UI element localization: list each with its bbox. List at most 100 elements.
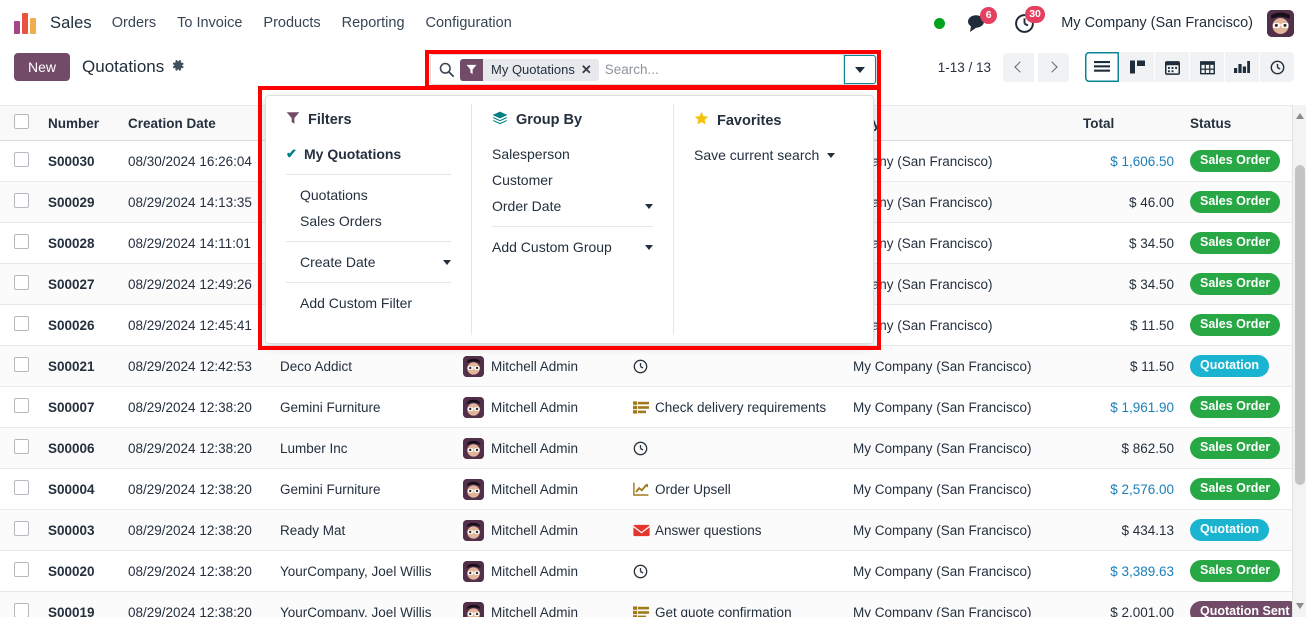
activity-view-icon[interactable] xyxy=(1260,52,1294,82)
row-checkbox[interactable] xyxy=(14,357,29,372)
search-view[interactable]: My Quotations ✕ xyxy=(430,54,877,85)
todo-list-icon[interactable] xyxy=(633,400,652,414)
avatar xyxy=(463,478,484,500)
odoo-bars-logo[interactable] xyxy=(14,12,38,34)
graph-view-icon[interactable] xyxy=(1225,52,1259,82)
company-switcher[interactable]: My Company (San Francisco) xyxy=(1061,15,1253,31)
row-checkbox[interactable] xyxy=(14,193,29,208)
cell-number: S00019 xyxy=(40,591,120,617)
cell-activities xyxy=(625,550,845,592)
clock-icon[interactable] xyxy=(633,564,652,579)
close-icon[interactable]: ✕ xyxy=(581,62,599,78)
column-header-total[interactable]: Total xyxy=(1075,105,1182,141)
row-select-cell xyxy=(0,427,40,469)
filter-item-sales-orders[interactable]: Sales Orders xyxy=(280,208,457,234)
table-row[interactable]: S00021 08/29/2024 12:42:53 Deco Addict Mitc… xyxy=(0,345,1306,387)
search-facet-my-quotations[interactable]: My Quotations ✕ xyxy=(460,58,599,81)
new-button[interactable]: New xyxy=(14,53,71,81)
cell-customer: Ready Mat xyxy=(272,509,455,551)
cell-number: S00027 xyxy=(40,263,120,305)
column-header-status[interactable]: Status xyxy=(1182,105,1302,141)
row-checkbox[interactable] xyxy=(14,398,29,413)
row-select-cell xyxy=(0,304,40,346)
clock-icon[interactable] xyxy=(633,359,652,374)
group-by-item-label: Customer xyxy=(492,172,553,188)
nav-menu-reporting[interactable]: Reporting xyxy=(342,15,405,31)
select-all-checkbox[interactable] xyxy=(14,114,29,129)
column-header-creation-date[interactable]: Creation Date xyxy=(120,105,272,141)
nav-menu-orders[interactable]: Orders xyxy=(112,15,156,31)
avatar xyxy=(463,601,484,617)
filter-funnel-icon xyxy=(286,111,300,129)
row-checkbox[interactable] xyxy=(14,480,29,495)
row-checkbox[interactable] xyxy=(14,234,29,249)
messages-icon[interactable]: 6 xyxy=(967,6,998,33)
control-panel-right: 1-13 / 13 xyxy=(938,52,1294,82)
pager-next-button[interactable] xyxy=(1038,52,1069,82)
scroll-up-arrow-icon[interactable] xyxy=(1296,113,1304,119)
nav-menu-products[interactable]: Products xyxy=(263,15,320,31)
gear-icon[interactable] xyxy=(172,59,185,75)
search-input[interactable] xyxy=(604,55,843,84)
cell-status: Sales Order xyxy=(1182,386,1302,428)
activities-icon[interactable]: 30 xyxy=(1014,5,1045,34)
email-icon[interactable] xyxy=(633,524,652,537)
group-by-item-add-custom-group[interactable]: Add Custom Group xyxy=(486,234,659,260)
row-checkbox[interactable] xyxy=(14,439,29,454)
chevron-down-icon[interactable] xyxy=(843,55,876,84)
nav-menu-configuration[interactable]: Configuration xyxy=(426,15,512,31)
nav-app-sales[interactable]: Sales xyxy=(50,14,92,33)
table-row[interactable]: S00006 08/29/2024 12:38:20 Lumber Inc Mitch… xyxy=(0,427,1306,469)
todo-list-icon[interactable] xyxy=(633,605,652,617)
group-by-item-order-date[interactable]: Order Date xyxy=(486,193,659,219)
cell-creation-date: 08/29/2024 14:11:01 xyxy=(120,222,272,264)
filter-item-quotations[interactable]: Quotations xyxy=(280,182,457,208)
pager-previous-button[interactable] xyxy=(1003,52,1034,82)
row-checkbox[interactable] xyxy=(14,275,29,290)
table-row[interactable]: S00003 08/29/2024 12:38:20 Ready Mat Mitche… xyxy=(0,509,1306,551)
row-checkbox[interactable] xyxy=(14,316,29,331)
row-select-cell xyxy=(0,591,40,617)
upsell-chart-icon[interactable] xyxy=(633,482,652,496)
scroll-down-arrow-icon[interactable] xyxy=(1296,603,1304,609)
row-checkbox[interactable] xyxy=(14,603,29,617)
row-checkbox[interactable] xyxy=(14,562,29,577)
filter-item-label: Quotations xyxy=(300,187,368,203)
cell-status: Sales Order xyxy=(1182,222,1302,264)
salesperson-name: Mitchell Admin xyxy=(491,440,579,456)
vertical-scrollbar[interactable] xyxy=(1292,105,1306,617)
cell-company: ...pany (San Francisco) xyxy=(845,140,1075,182)
column-header-company[interactable]: ...ny xyxy=(845,105,1075,141)
favorites-item-save-current-search[interactable]: Save current search xyxy=(688,142,859,168)
page-title: Quotations xyxy=(82,57,165,76)
nav-menu-to-invoice[interactable]: To Invoice xyxy=(177,15,242,31)
cell-number: S00020 xyxy=(40,550,120,592)
column-header-number[interactable]: Number xyxy=(40,105,120,141)
clock-icon[interactable] xyxy=(633,441,652,456)
row-checkbox[interactable] xyxy=(14,152,29,167)
table-row[interactable]: S00004 08/29/2024 12:38:20 Gemini Furnitur… xyxy=(0,468,1306,510)
filter-item-create-date[interactable]: Create Date xyxy=(280,249,457,275)
group-by-item-customer[interactable]: Customer xyxy=(486,167,659,193)
filter-item-add-custom-filter[interactable]: Add Custom Filter xyxy=(280,290,457,316)
pivot-view-icon[interactable] xyxy=(1190,52,1224,82)
cell-salesperson: Mitchell Admin xyxy=(455,345,625,387)
cell-total: $ 2,576.00 xyxy=(1075,468,1182,510)
row-select-cell xyxy=(0,509,40,551)
table-row[interactable]: S00019 08/29/2024 12:38:20 YourCompany, Jo… xyxy=(0,591,1306,617)
filter-item-label: My Quotations xyxy=(304,146,402,162)
filter-item-my-quotations[interactable]: ✔ My Quotations xyxy=(280,141,457,167)
total-amount: $ 2,001.00 xyxy=(1110,604,1174,617)
list-view-icon[interactable] xyxy=(1085,52,1119,82)
scrollbar-thumb[interactable] xyxy=(1295,165,1305,485)
cell-customer: Lumber Inc xyxy=(272,427,455,469)
calendar-view-icon[interactable] xyxy=(1155,52,1189,82)
pager-value: 1-13 / 13 xyxy=(937,59,991,75)
row-checkbox[interactable] xyxy=(14,521,29,536)
table-row[interactable]: S00007 08/29/2024 12:38:20 Gemini Furnitur… xyxy=(0,386,1306,428)
cell-status: Sales Order xyxy=(1182,468,1302,510)
group-by-item-salesperson[interactable]: Salesperson xyxy=(486,141,659,167)
kanban-view-icon[interactable] xyxy=(1120,52,1154,82)
table-row[interactable]: S00020 08/29/2024 12:38:20 YourCompany, Jo… xyxy=(0,550,1306,592)
avatar[interactable] xyxy=(1267,9,1294,37)
